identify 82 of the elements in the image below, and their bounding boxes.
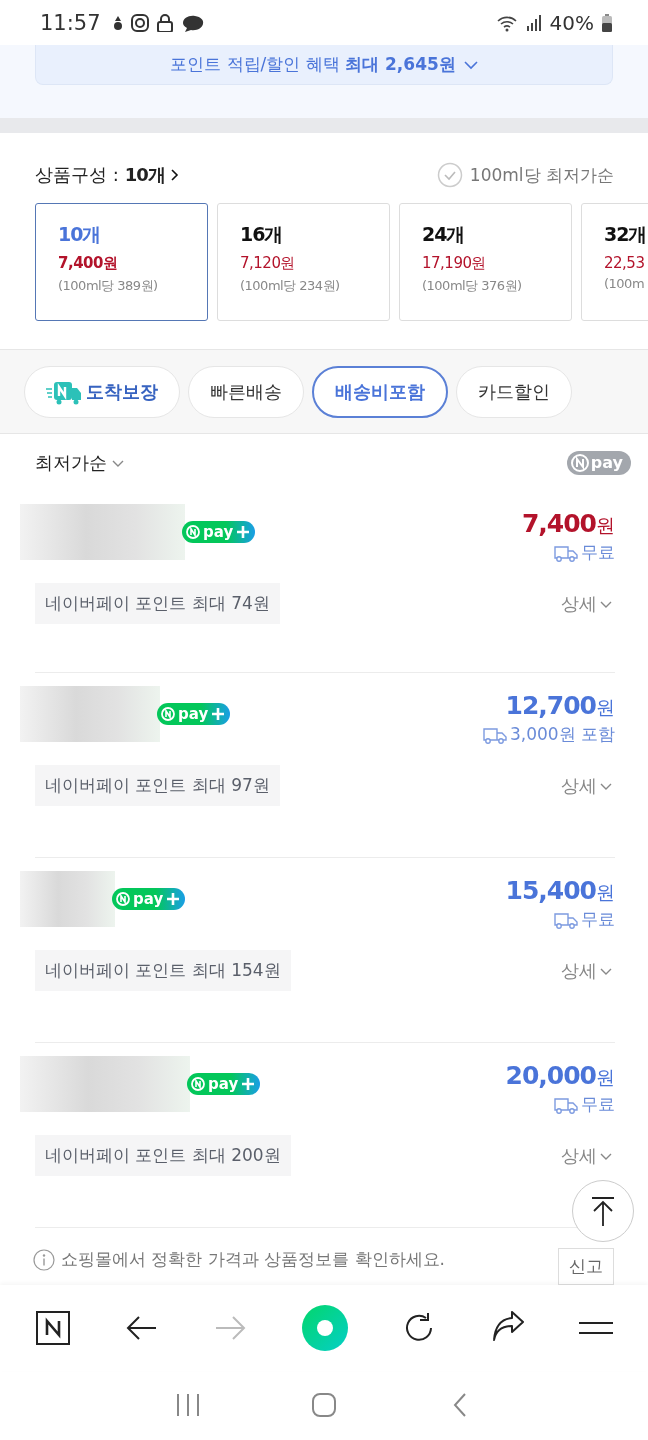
benefit-text: 포인트 적립/할인 혜택 최대 2,645원 — [170, 53, 456, 76]
detail-toggle[interactable]: 상세 — [561, 1143, 615, 1168]
price-unit: 원 — [596, 1065, 615, 1090]
notice-text: 쇼핑몰에서 정확한 가격과 상품정보를 확인하세요. — [61, 1248, 446, 1271]
shipping-fee: 무료 — [581, 908, 615, 931]
notification-drop-icon — [112, 14, 123, 31]
delivery-truck-icon — [554, 1095, 578, 1114]
detail-toggle[interactable]: 상세 — [561, 773, 615, 798]
shipping-fee: 무료 — [581, 541, 615, 564]
plus-icon — [211, 707, 226, 721]
points-info: 네이버페이 포인트 최대 154원 — [35, 950, 291, 991]
option-value[interactable]: 10개 — [124, 163, 165, 187]
filter-chip[interactable]: 카드할인 — [456, 365, 572, 418]
status-time: 11:57 — [40, 10, 101, 35]
chevron-down-icon — [463, 59, 478, 70]
price-unit: 원 — [596, 513, 615, 538]
home-icon[interactable] — [36, 1311, 70, 1345]
info-icon — [33, 1248, 55, 1271]
checkbox-icon[interactable] — [436, 162, 463, 188]
npay-plus-badge: pay — [157, 703, 231, 725]
n-circle-icon — [570, 453, 589, 472]
n-circle-icon — [161, 707, 175, 721]
option-unit-price: (100ml당 234원) — [240, 277, 341, 295]
option-label: 상품구성 : — [35, 163, 119, 187]
offer-price: 15,400 — [505, 876, 596, 905]
delivery-truck-icon — [554, 543, 578, 562]
offer-price: 20,000 — [505, 1061, 596, 1090]
chat-bubble-icon — [180, 13, 205, 32]
offer-price: 7,400 — [521, 509, 596, 538]
filter-chip[interactable]: 도착보장 — [24, 365, 180, 418]
battery-icon — [602, 13, 612, 32]
n-circle-icon — [191, 1077, 205, 1091]
detail-toggle[interactable]: 상세 — [561, 591, 615, 616]
option-unit-price: (100ml당 376원) — [422, 277, 523, 295]
shipping-fee: 3,000원 포함 — [509, 723, 615, 746]
delivery-truck-icon — [554, 910, 578, 929]
delivery-truck-icon — [482, 725, 507, 744]
option-price: 17,190원 — [422, 254, 487, 273]
n-circle-icon — [186, 525, 200, 539]
option-count: 32개 — [604, 222, 648, 247]
option-price: 7,120원 — [240, 254, 296, 273]
plus-icon — [166, 892, 181, 906]
option-unit-price: (100m — [604, 276, 646, 291]
npay-plus-badge: pay — [182, 521, 256, 543]
option-count: 24개 — [422, 222, 466, 247]
option-count: 10개 — [58, 222, 102, 247]
option-price: 22,53 — [604, 254, 646, 272]
battery-level: 40% — [549, 10, 594, 35]
benefit-banner[interactable]: 포인트 적립/할인 혜택 최대 2,645원 — [35, 45, 613, 85]
option-card[interactable]: 32개 22,53 (100m — [581, 203, 648, 321]
lock-icon — [156, 13, 173, 32]
n-circle-icon — [116, 892, 130, 906]
detail-toggle[interactable]: 상세 — [561, 958, 615, 983]
home-button-icon[interactable] — [311, 1391, 337, 1418]
price-unit: 원 — [596, 880, 615, 905]
npay-text: pay — [590, 453, 623, 472]
filter-chip[interactable]: 빠른배송 — [188, 365, 304, 418]
option-card[interactable]: 24개 17,190원 (100ml당 376원) — [399, 203, 572, 321]
points-info: 네이버페이 포인트 최대 74원 — [35, 583, 280, 624]
option-card[interactable]: 16개 7,120원 (100ml당 234원) — [217, 203, 390, 321]
recent-apps-icon[interactable] — [175, 1391, 201, 1418]
option-count: 16개 — [240, 222, 284, 247]
plus-icon — [241, 1077, 256, 1091]
signal-icon — [525, 14, 542, 31]
arrow-up-icon — [590, 1196, 616, 1226]
report-button[interactable]: 신고 — [558, 1248, 614, 1285]
price-unit: 원 — [596, 695, 615, 720]
points-info: 네이버페이 포인트 최대 200원 — [35, 1135, 291, 1176]
option-price: 7,400원 — [58, 254, 119, 273]
points-info: 네이버페이 포인트 최대 97원 — [35, 765, 280, 806]
sort-dropdown[interactable]: 최저가순 — [35, 450, 127, 475]
npay-plus-badge: pay — [187, 1073, 261, 1095]
shipping-fee: 무료 — [581, 1093, 615, 1116]
plus-icon — [236, 525, 251, 539]
npay-plus-badge: pay — [112, 888, 186, 910]
sort-option-label[interactable]: 100ml당 최저가순 — [469, 163, 614, 187]
filter-chip[interactable]: 배송비포함 — [312, 365, 448, 418]
offer-price: 12,700 — [505, 691, 596, 720]
option-unit-price: (100ml당 389원) — [58, 277, 159, 295]
chevron-right-icon[interactable] — [170, 169, 179, 181]
camera-icon — [130, 13, 149, 32]
option-card[interactable]: 10개 7,400원 (100ml당 389원) — [35, 203, 208, 321]
